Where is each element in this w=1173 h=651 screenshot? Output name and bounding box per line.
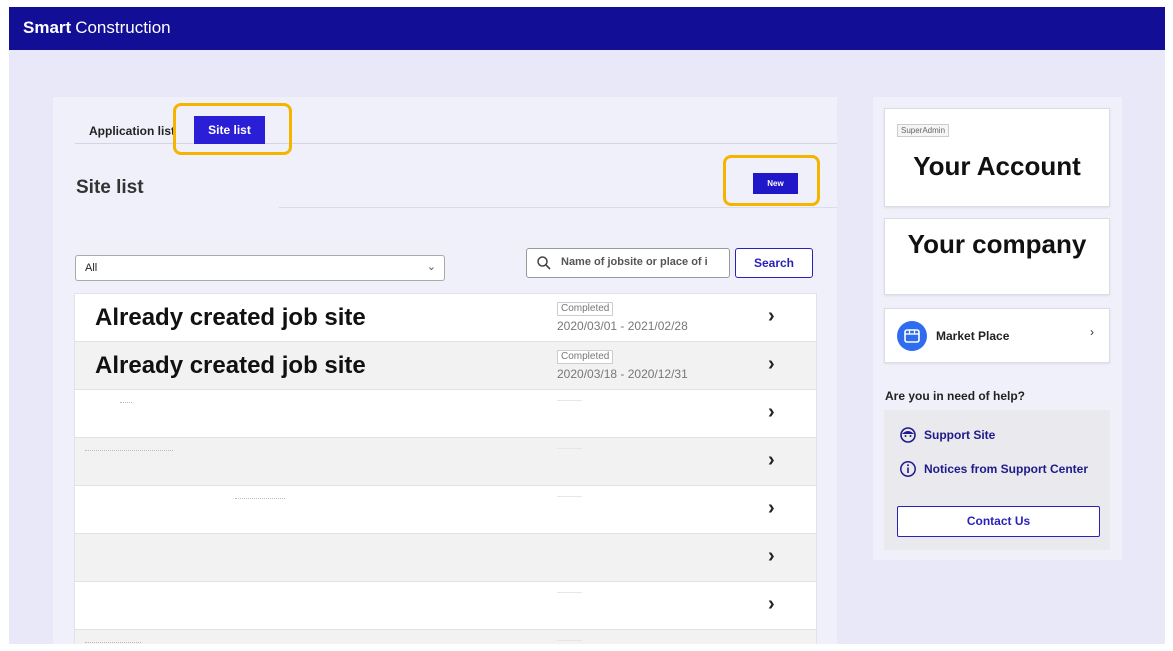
- right-sidebar: SuperAdmin Your Account Your company Mar…: [873, 97, 1122, 560]
- role-badge: SuperAdmin: [897, 124, 950, 137]
- contact-us-button[interactable]: Contact Us: [897, 506, 1100, 537]
- chevron-right-icon[interactable]: ›: [768, 352, 784, 376]
- chevron-right-icon[interactable]: ›: [768, 448, 784, 472]
- site-row[interactable]: ›: [75, 534, 816, 582]
- site-list: Already created job site Completed 2020/…: [74, 293, 817, 644]
- company-card[interactable]: Your company: [884, 218, 1110, 295]
- redacted-text: [85, 642, 141, 644]
- site-row[interactable]: Already created job site Completed 2020/…: [75, 294, 816, 342]
- search-button[interactable]: Search: [735, 248, 813, 278]
- chevron-right-icon[interactable]: ›: [768, 304, 784, 328]
- site-row[interactable]: ›: [75, 390, 816, 438]
- chevron-right-icon[interactable]: ›: [768, 544, 784, 568]
- app-window: Smart Construction Application list Site …: [9, 7, 1165, 644]
- redacted-badge: [557, 592, 582, 595]
- info-icon: [900, 461, 916, 477]
- site-row[interactable]: [75, 630, 816, 644]
- highlight-frame-new: [723, 155, 820, 206]
- support-site-link[interactable]: Support Site: [899, 426, 1019, 444]
- site-row[interactable]: ›: [75, 486, 816, 534]
- main-panel: Application list Site list Site list New…: [53, 97, 837, 644]
- title-divider: [279, 207, 837, 208]
- redacted-text: [120, 402, 132, 404]
- store-icon: [897, 321, 927, 351]
- chevron-right-icon[interactable]: ›: [768, 496, 784, 520]
- site-period: 2020/03/01 - 2021/02/28: [557, 319, 688, 333]
- highlight-frame-tab: [173, 103, 292, 155]
- status-badge: Completed: [557, 350, 614, 364]
- site-row[interactable]: ›: [75, 582, 816, 630]
- tab-application-list[interactable]: Application list: [89, 124, 175, 138]
- site-name: Already created job site: [95, 352, 366, 379]
- marketplace-card[interactable]: Market Place ›: [884, 308, 1110, 363]
- page-title: Site list: [76, 177, 144, 198]
- notices-label: Notices from Support Center: [924, 462, 1089, 476]
- chevron-right-icon[interactable]: ›: [768, 400, 784, 424]
- redacted-badge: [557, 448, 582, 451]
- help-panel: Support Site Notices from Support Center…: [884, 410, 1110, 550]
- top-bar: Smart Construction: [9, 7, 1165, 50]
- company-name: Your company: [907, 229, 1087, 259]
- redacted-badge: [557, 640, 582, 643]
- search-icon: [537, 256, 551, 270]
- search-field[interactable]: [526, 248, 730, 278]
- marketplace-label: Market Place: [936, 329, 1010, 343]
- chevron-right-icon[interactable]: ›: [768, 592, 784, 616]
- site-row[interactable]: ›: [75, 438, 816, 486]
- brand-logo[interactable]: Smart Construction: [23, 18, 171, 38]
- redacted-badge: [557, 400, 582, 403]
- support-agent-icon: [900, 427, 916, 443]
- support-site-label: Support Site: [924, 428, 996, 442]
- site-row[interactable]: Already created job site Completed 2020/…: [75, 342, 816, 390]
- help-heading: Are you in need of help?: [885, 389, 1026, 403]
- chevron-down-icon: ⌄: [426, 261, 436, 273]
- account-name: Your Account: [913, 151, 1081, 181]
- status-filter-select[interactable]: All ⌄: [75, 255, 445, 281]
- chevron-right-icon: ›: [1090, 325, 1094, 339]
- redacted-badge: [557, 496, 582, 499]
- notices-link[interactable]: Notices from Support Center: [899, 460, 1099, 478]
- filter-value: All: [85, 262, 98, 274]
- account-card[interactable]: SuperAdmin Your Account: [884, 108, 1110, 207]
- site-period: 2020/03/18 - 2020/12/31: [557, 367, 688, 381]
- redacted-text: [235, 498, 285, 500]
- site-name: Already created job site: [95, 304, 366, 331]
- search-input[interactable]: [561, 256, 727, 268]
- status-badge: Completed: [557, 302, 614, 316]
- redacted-text: [85, 450, 173, 452]
